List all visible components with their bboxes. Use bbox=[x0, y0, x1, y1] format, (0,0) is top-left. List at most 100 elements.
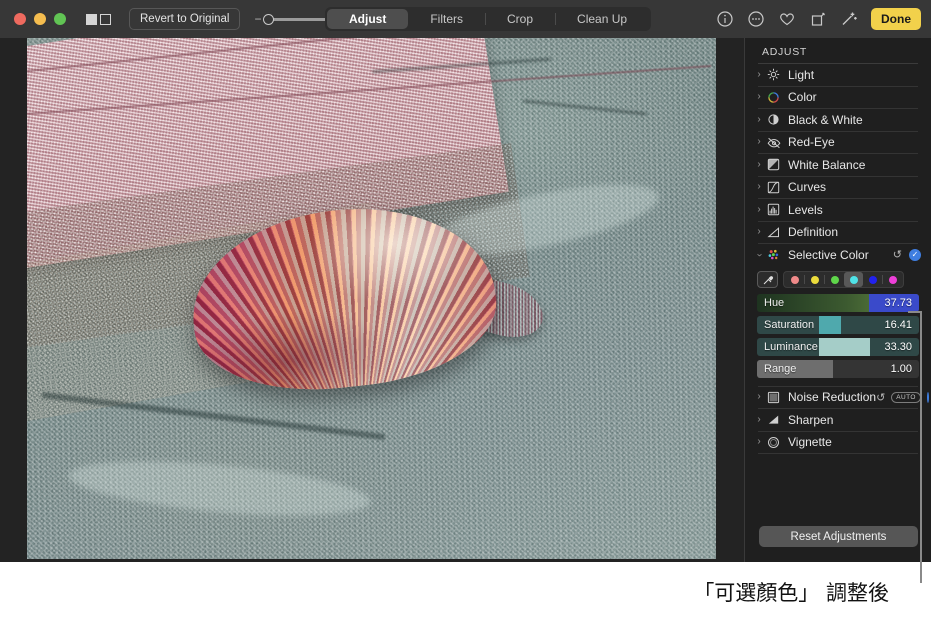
vignette-icon bbox=[766, 435, 781, 449]
chevron-right-icon[interactable]: › bbox=[754, 392, 764, 402]
close-button[interactable] bbox=[14, 13, 26, 25]
luminance-slider-fill bbox=[818, 337, 871, 356]
hue-slider-value: 37.73 bbox=[884, 296, 912, 309]
compare-open-square bbox=[100, 13, 111, 25]
levels-icon bbox=[766, 203, 781, 217]
chevron-right-icon[interactable]: › bbox=[754, 182, 764, 192]
toolbar-right-group: Done bbox=[716, 0, 921, 38]
swatch-yellow[interactable] bbox=[805, 272, 824, 287]
selective-color-enabled-toggle[interactable]: ✓ bbox=[909, 248, 921, 261]
revert-icon[interactable]: ↺ bbox=[893, 248, 902, 261]
tab-crop[interactable]: Crop bbox=[485, 9, 555, 29]
auto-badge[interactable]: AUTO bbox=[891, 391, 921, 403]
sidebar-item-definition[interactable]: › Definition bbox=[745, 222, 931, 244]
zoom-slider-track[interactable] bbox=[262, 13, 327, 25]
auto-enhance-icon[interactable] bbox=[840, 10, 858, 28]
saturation-slider[interactable]: Saturation 16.41 bbox=[757, 315, 919, 334]
color-icon bbox=[766, 90, 781, 104]
selective-color-swatches bbox=[783, 271, 904, 288]
luminance-slider-value: 33.30 bbox=[884, 340, 912, 353]
sidebar-item-black-and-white[interactable]: › Black & White bbox=[745, 109, 931, 131]
luminance-slider[interactable]: Luminance 33.30 bbox=[757, 337, 919, 356]
adjust-sidebar: ADJUST › Light › Color › Black & White ›… bbox=[744, 38, 931, 562]
photo-shell-sheen bbox=[183, 194, 504, 403]
caption-text: 「可選顏色」 調整後 bbox=[693, 581, 889, 605]
noise-reduction-icon bbox=[766, 390, 781, 404]
chevron-right-icon[interactable]: › bbox=[754, 437, 764, 447]
edit-mode-tabs: Adjust Filters Crop Clean Up bbox=[325, 7, 652, 31]
revert-to-original-button[interactable]: Revert to Original bbox=[129, 8, 241, 30]
noise-reduction-toggle[interactable] bbox=[926, 391, 929, 403]
sidebar-item-selective-color[interactable]: › Selective Color ↺ ✓ bbox=[745, 244, 931, 266]
rotate-icon[interactable] bbox=[809, 10, 827, 28]
swatch-cyan[interactable] bbox=[844, 272, 863, 287]
photo-editor-screenshot: Revert to Original − + Adjust Filters Cr… bbox=[0, 0, 931, 622]
toolbar: Revert to Original − + Adjust Filters Cr… bbox=[0, 0, 931, 38]
tab-adjust[interactable]: Adjust bbox=[327, 9, 409, 29]
hue-slider[interactable]: Hue 37.73 bbox=[757, 293, 919, 312]
more-icon[interactable] bbox=[747, 10, 765, 28]
eyedropper-icon[interactable] bbox=[757, 271, 778, 288]
sidebar-item-sharpen[interactable]: › Sharpen bbox=[745, 409, 931, 431]
hue-slider-label: Hue bbox=[764, 296, 785, 309]
info-icon[interactable] bbox=[716, 10, 734, 28]
zoom-out-icon[interactable]: − bbox=[254, 12, 261, 26]
range-slider-label: Range bbox=[764, 362, 797, 375]
edited-photo[interactable] bbox=[27, 38, 716, 559]
sidebar-item-label: Red-Eye bbox=[788, 135, 835, 150]
favorite-icon[interactable] bbox=[778, 10, 796, 28]
sidebar-item-vignette[interactable]: › Vignette bbox=[745, 432, 931, 454]
sidebar-item-noise-reduction[interactable]: › Noise Reduction ↺ AUTO bbox=[745, 387, 931, 409]
photo-scallop-shell bbox=[183, 194, 504, 403]
sidebar-item-curves[interactable]: › Curves bbox=[745, 177, 931, 199]
sidebar-item-color[interactable]: › Color bbox=[745, 87, 931, 109]
sidebar-item-label: Noise Reduction bbox=[788, 390, 877, 405]
sidebar-item-label: Black & White bbox=[788, 112, 863, 127]
sidebar-item-label: Levels bbox=[788, 202, 823, 217]
revert-icon[interactable]: ↺ bbox=[876, 391, 885, 404]
light-icon bbox=[766, 68, 781, 82]
luminance-slider-label: Luminance bbox=[764, 340, 818, 353]
swatch-red[interactable] bbox=[785, 272, 804, 287]
reset-adjustments-button[interactable]: Reset Adjustments bbox=[759, 526, 918, 547]
chevron-down-icon[interactable]: › bbox=[754, 250, 765, 260]
sidebar-item-label: Light bbox=[788, 67, 815, 82]
sidebar-item-label: Curves bbox=[788, 180, 827, 195]
minimize-button[interactable] bbox=[34, 13, 46, 25]
compare-view-icon[interactable] bbox=[86, 13, 111, 25]
sidebar-item-light[interactable]: › Light bbox=[745, 64, 931, 86]
photos-edit-window: Revert to Original − + Adjust Filters Cr… bbox=[0, 0, 931, 562]
selective-color-swatch-bar bbox=[757, 270, 919, 290]
chevron-right-icon[interactable]: › bbox=[754, 204, 764, 215]
sidebar-item-label: Sharpen bbox=[788, 412, 834, 427]
chevron-right-icon[interactable]: › bbox=[754, 414, 764, 425]
tab-filters[interactable]: Filters bbox=[408, 9, 485, 29]
sidebar-item-label: Definition bbox=[788, 225, 839, 240]
chevron-right-icon[interactable]: › bbox=[754, 159, 764, 170]
chevron-right-icon[interactable]: › bbox=[754, 227, 764, 237]
sidebar-item-red-eye[interactable]: › Red-Eye bbox=[745, 132, 931, 154]
saturation-slider-value: 16.41 bbox=[884, 318, 912, 331]
sidebar-item-label: Selective Color bbox=[788, 247, 869, 262]
chevron-right-icon[interactable]: › bbox=[754, 92, 764, 102]
selective-color-icon bbox=[766, 248, 781, 262]
sidebar-item-levels[interactable]: › Levels bbox=[745, 199, 931, 221]
sidebar-item-white-balance[interactable]: › White Balance bbox=[745, 154, 931, 176]
sharpen-icon bbox=[766, 413, 781, 427]
sidebar-item-label: White Balance bbox=[788, 157, 866, 172]
done-button[interactable]: Done bbox=[871, 8, 921, 30]
zoom-slider-knob[interactable] bbox=[262, 13, 274, 25]
swatch-magenta[interactable] bbox=[883, 272, 902, 287]
black-white-icon bbox=[766, 113, 781, 127]
chevron-right-icon[interactable]: › bbox=[754, 114, 764, 125]
swatch-blue[interactable] bbox=[863, 272, 882, 287]
white-balance-icon bbox=[766, 158, 781, 172]
chevron-right-icon[interactable]: › bbox=[754, 69, 764, 80]
zoom-button[interactable] bbox=[54, 13, 66, 25]
chevron-right-icon[interactable]: › bbox=[754, 137, 764, 147]
red-eye-icon bbox=[766, 135, 781, 149]
swatch-green[interactable] bbox=[825, 272, 844, 287]
tab-clean-up[interactable]: Clean Up bbox=[555, 9, 649, 29]
range-slider[interactable]: Range 1.00 bbox=[757, 359, 919, 378]
compare-filled-square bbox=[86, 13, 97, 25]
